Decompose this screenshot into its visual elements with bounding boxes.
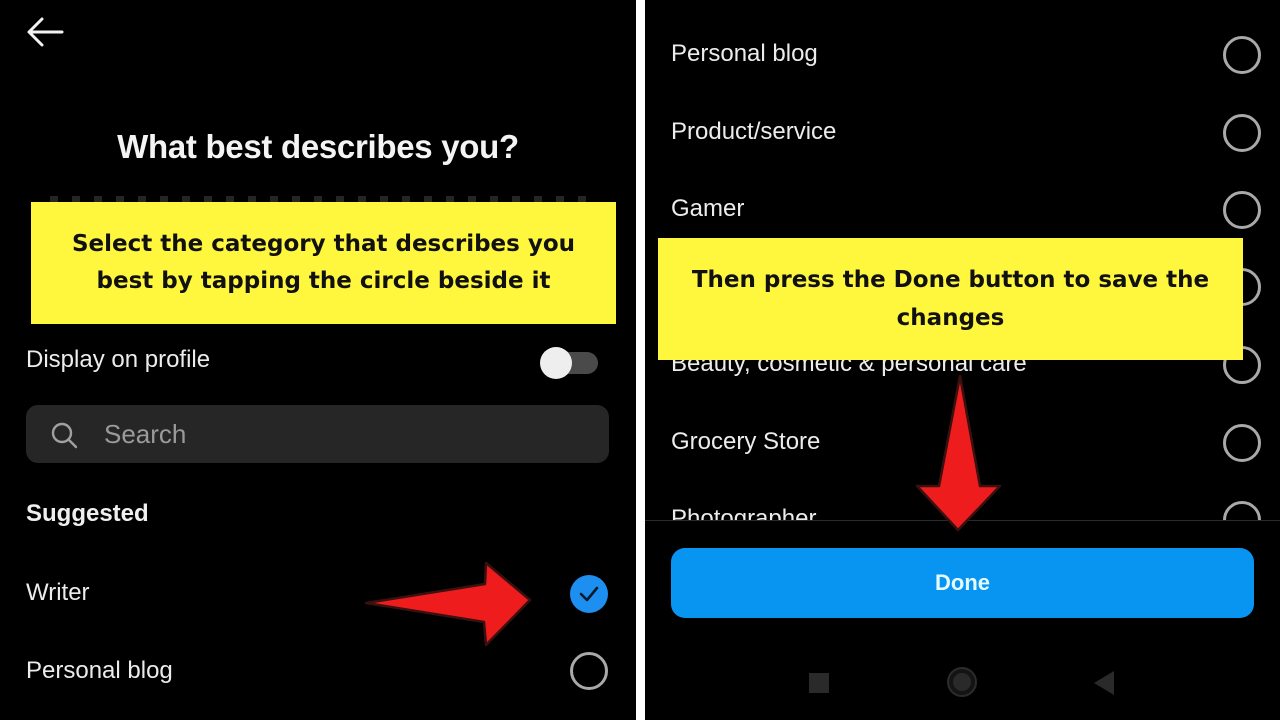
category-screen-left: What best describes you? Display on prof…: [0, 0, 636, 720]
option-gamer[interactable]: Gamer: [671, 185, 1261, 235]
search-icon: [51, 422, 78, 449]
back-icon[interactable]: [1094, 671, 1114, 695]
display-on-profile-row: Display on profile: [26, 344, 606, 380]
category-screen-right: Personal blog Product/service Gamer Beau…: [645, 0, 1280, 720]
back-button[interactable]: [24, 14, 66, 50]
option-label: Product/service: [671, 118, 837, 145]
option-personal-blog[interactable]: Personal blog: [26, 647, 611, 697]
recents-icon[interactable]: [809, 673, 829, 693]
bottom-action-bar: Done: [645, 520, 1280, 720]
instruction-callout-left: Select the category that describes you b…: [31, 202, 616, 324]
search-input[interactable]: [104, 405, 584, 463]
radio-unselected[interactable]: [1223, 424, 1261, 462]
display-on-profile-toggle[interactable]: [538, 346, 600, 379]
radio-unselected[interactable]: [570, 652, 608, 690]
option-label: Personal blog: [671, 40, 818, 67]
option-personal-blog[interactable]: Personal blog: [671, 30, 1261, 80]
suggested-heading: Suggested: [26, 500, 149, 527]
home-icon[interactable]: [947, 667, 977, 697]
radio-unselected[interactable]: [1223, 36, 1261, 74]
option-label: Writer: [26, 579, 90, 606]
search-bar[interactable]: [26, 405, 609, 463]
radio-selected[interactable]: [570, 575, 608, 613]
option-writer[interactable]: Writer: [26, 569, 611, 619]
option-product-service[interactable]: Product/service: [671, 108, 1261, 158]
radio-unselected[interactable]: [1223, 114, 1261, 152]
toggle-thumb: [540, 347, 572, 379]
display-on-profile-label: Display on profile: [26, 346, 211, 373]
instruction-callout-right: Then press the Done button to save the c…: [658, 238, 1243, 360]
arrow-left-icon: [27, 17, 64, 47]
option-label: Gamer: [671, 195, 745, 222]
option-label: Personal blog: [26, 657, 173, 684]
page-title: What best describes you?: [117, 128, 519, 165]
option-grocery-store[interactable]: Grocery Store: [671, 418, 1261, 468]
done-button[interactable]: Done: [671, 548, 1254, 618]
checkmark-icon: [579, 586, 599, 602]
radio-unselected[interactable]: [1223, 191, 1261, 229]
option-label: Grocery Store: [671, 428, 821, 455]
